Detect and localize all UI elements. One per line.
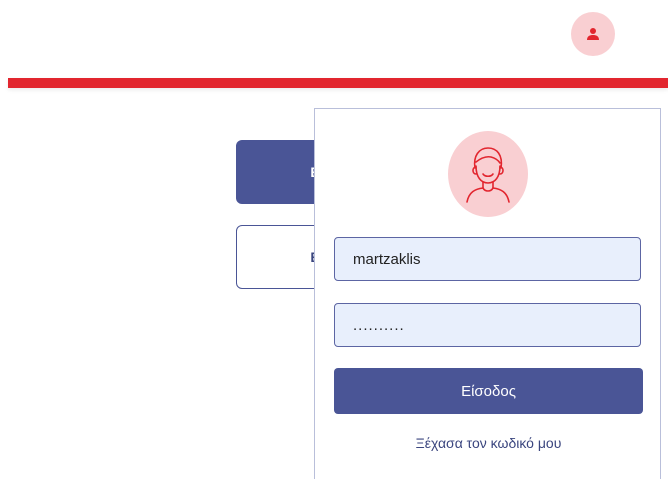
user-menu-button[interactable] [571,12,615,56]
login-dropdown-panel: Είσοδος Ξέχασα τον κωδικό μου [314,108,661,479]
login-submit-button[interactable]: Είσοδος [334,368,643,414]
password-input[interactable] [334,303,641,347]
user-icon [587,28,599,40]
header-accent-bar [8,78,668,88]
login-avatar [448,131,528,217]
user-avatar-icon [466,147,510,203]
username-input[interactable] [334,237,641,281]
top-header [0,0,668,78]
forgot-password-link[interactable]: Ξέχασα τον κωδικό μου [334,435,643,451]
